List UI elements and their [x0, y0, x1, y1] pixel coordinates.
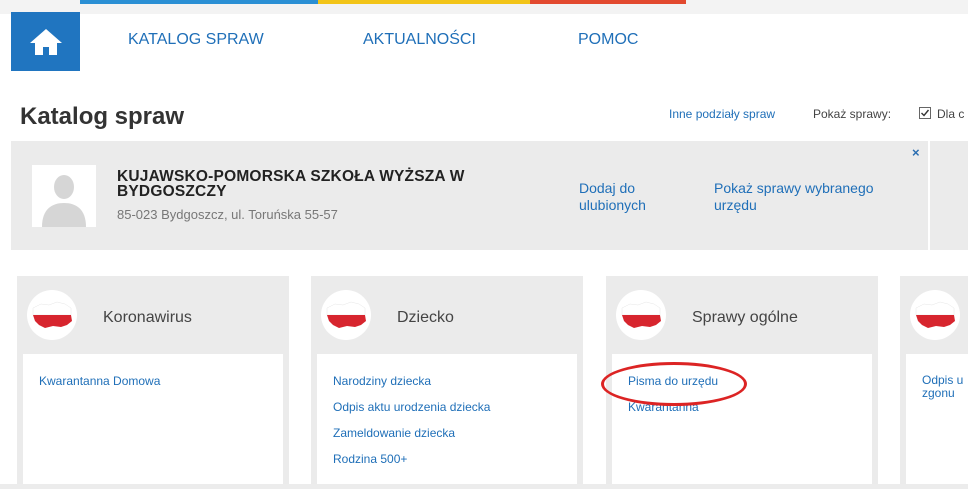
checkbox-label: Dla c	[937, 107, 965, 121]
card-header: Dziecko	[311, 276, 583, 354]
office-avatar	[32, 165, 96, 227]
close-icon[interactable]: ×	[912, 145, 920, 160]
other-divisions-link[interactable]: Inne podziały spraw	[669, 107, 775, 121]
card-header: Sprawy ogólne	[606, 276, 878, 354]
case-link[interactable]: Rodzina 500+	[333, 452, 490, 478]
strip-yellow	[318, 0, 530, 4]
case-link[interactable]: Odpis u zgonu	[922, 374, 968, 400]
case-link[interactable]: Kwarantanna	[628, 400, 718, 426]
strip-blue	[80, 0, 318, 4]
category-card-sprawy-ogolne[interactable]: Sprawy ogólne Pisma do urzędu Kwarantann…	[606, 276, 878, 489]
poland-map-icon	[616, 290, 666, 340]
category-title: Koronawirus	[103, 309, 192, 326]
poland-map-icon	[27, 290, 77, 340]
show-cases-checkbox[interactable]	[919, 107, 931, 119]
poland-map-icon	[910, 290, 960, 340]
panel-divider	[928, 141, 930, 250]
case-link[interactable]: Odpis aktu urodzenia dziecka	[333, 400, 490, 426]
home-button[interactable]	[11, 12, 80, 71]
case-link[interactable]: Narodziny dziecka	[333, 374, 490, 400]
bottom-border	[0, 484, 968, 489]
case-link[interactable]: Zameldowanie dziecka	[333, 426, 490, 452]
case-link-pisma-do-urzedu[interactable]: Pisma do urzędu	[628, 374, 718, 400]
nav-aktualnosci[interactable]: AKTUALNOŚCI	[363, 31, 476, 49]
person-placeholder-icon	[32, 165, 96, 227]
category-card-koronawirus[interactable]: Koronawirus Kwarantanna Domowa	[17, 276, 289, 489]
card-header: Koronawirus	[17, 276, 289, 354]
top-color-strip	[0, 0, 968, 14]
show-cases-label: Pokaż sprawy:	[813, 107, 892, 121]
checkmark-icon	[921, 109, 930, 117]
category-card-partial[interactable]: Odpis u zgonu	[900, 276, 968, 489]
add-to-favorites-link[interactable]: Dodaj do ulubionych	[579, 180, 689, 214]
office-name: KUJAWSKO-POMORSKA SZKOŁA WYŻSZA W BYDGOS…	[117, 168, 465, 200]
office-address: 85-023 Bydgoszcz, ul. Toruńska 55-57	[117, 207, 338, 222]
category-links: Narodziny dziecka Odpis aktu urodzenia d…	[333, 374, 490, 478]
page-title: Katalog spraw	[20, 103, 185, 130]
category-links: Kwarantanna Domowa	[39, 374, 160, 400]
card-header	[900, 276, 968, 354]
nav-katalog-spraw[interactable]: KATALOG SPRAW	[128, 31, 264, 49]
category-links: Pisma do urzędu Kwarantanna	[628, 374, 718, 426]
poland-map-icon	[321, 290, 371, 340]
category-links: Odpis u zgonu	[922, 374, 968, 400]
category-title: Dziecko	[397, 309, 454, 326]
show-office-cases-link[interactable]: Pokaż sprawy wybranego urzędu	[714, 180, 914, 214]
category-card-dziecko[interactable]: Dziecko Narodziny dziecka Odpis aktu uro…	[311, 276, 583, 489]
office-panel: KUJAWSKO-POMORSKA SZKOŁA WYŻSZA W BYDGOS…	[11, 141, 968, 250]
category-title: Sprawy ogólne	[692, 309, 798, 326]
strip-red	[530, 0, 686, 4]
nav-pomoc[interactable]: POMOC	[578, 31, 638, 49]
home-icon	[29, 28, 62, 55]
case-link[interactable]: Kwarantanna Domowa	[39, 374, 160, 400]
